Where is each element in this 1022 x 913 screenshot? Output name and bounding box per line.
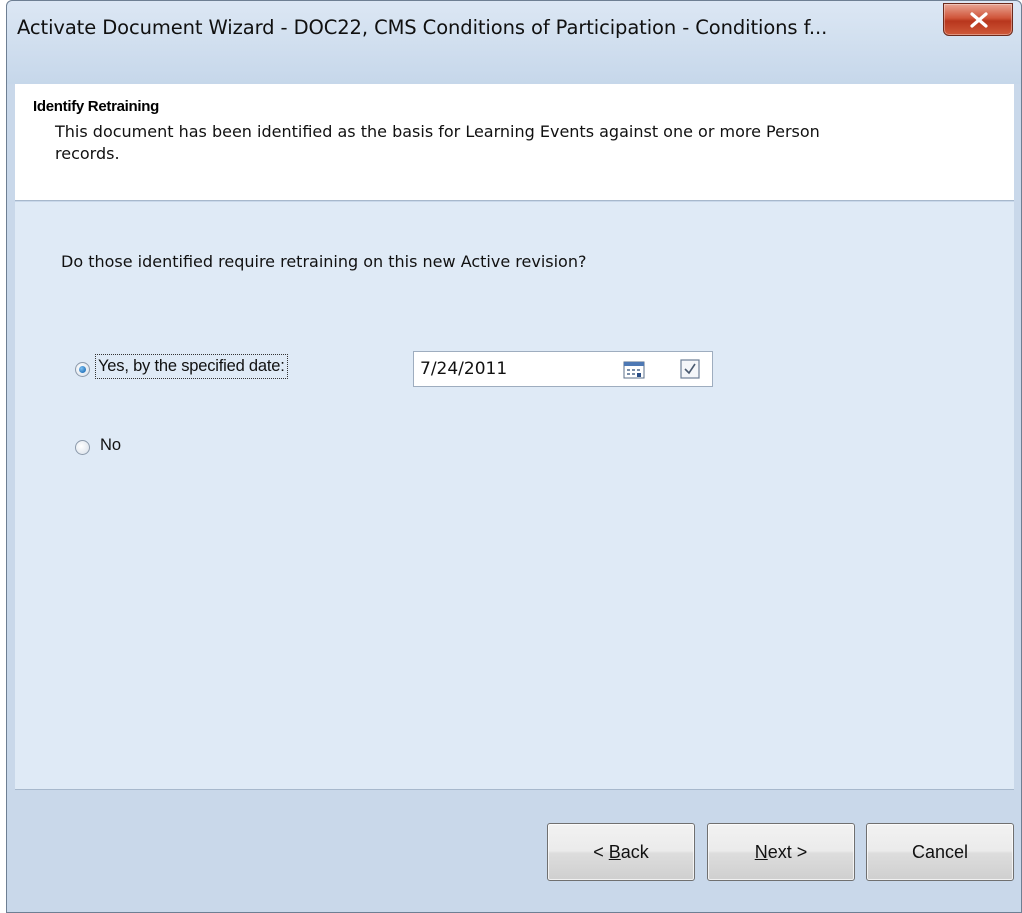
retraining-date-field[interactable]: 7/24/2011 [413, 351, 713, 387]
wizard-window: Activate Document Wizard - DOC22, CMS Co… [6, 0, 1022, 913]
no-radio[interactable] [75, 440, 90, 455]
back-rest: ack [620, 842, 649, 862]
step-title: Identify Retraining [33, 98, 159, 115]
yes-radio-label[interactable]: Yes, by the specified date: [95, 354, 288, 379]
checkbox-icon[interactable] [679, 358, 701, 380]
back-accel: B [608, 842, 621, 862]
step-description: This document has been identified as the… [55, 122, 820, 163]
no-radio-label[interactable]: No [100, 436, 121, 455]
next-button[interactable]: Next > [707, 823, 855, 881]
next-accel: N [754, 842, 768, 862]
back-button[interactable]: < Back [547, 823, 695, 881]
date-value[interactable]: 7/24/2011 [420, 359, 507, 379]
window-title: Activate Document Wizard - DOC22, CMS Co… [17, 16, 828, 39]
calendar-icon[interactable] [623, 361, 645, 379]
wizard-body: Do those identified require retraining o… [15, 202, 1014, 790]
cancel-button[interactable]: Cancel [866, 823, 1014, 881]
close-button[interactable] [943, 3, 1013, 36]
yes-radio[interactable] [75, 362, 90, 377]
wizard-header: Identify Retraining This document has be… [15, 84, 1014, 201]
next-rest: ext > [767, 842, 808, 862]
retraining-question: Do those identified require retraining o… [61, 252, 587, 271]
close-icon [970, 12, 988, 28]
back-prefix: < [593, 842, 609, 862]
title-bar: Activate Document Wizard - DOC22, CMS Co… [7, 1, 1021, 84]
